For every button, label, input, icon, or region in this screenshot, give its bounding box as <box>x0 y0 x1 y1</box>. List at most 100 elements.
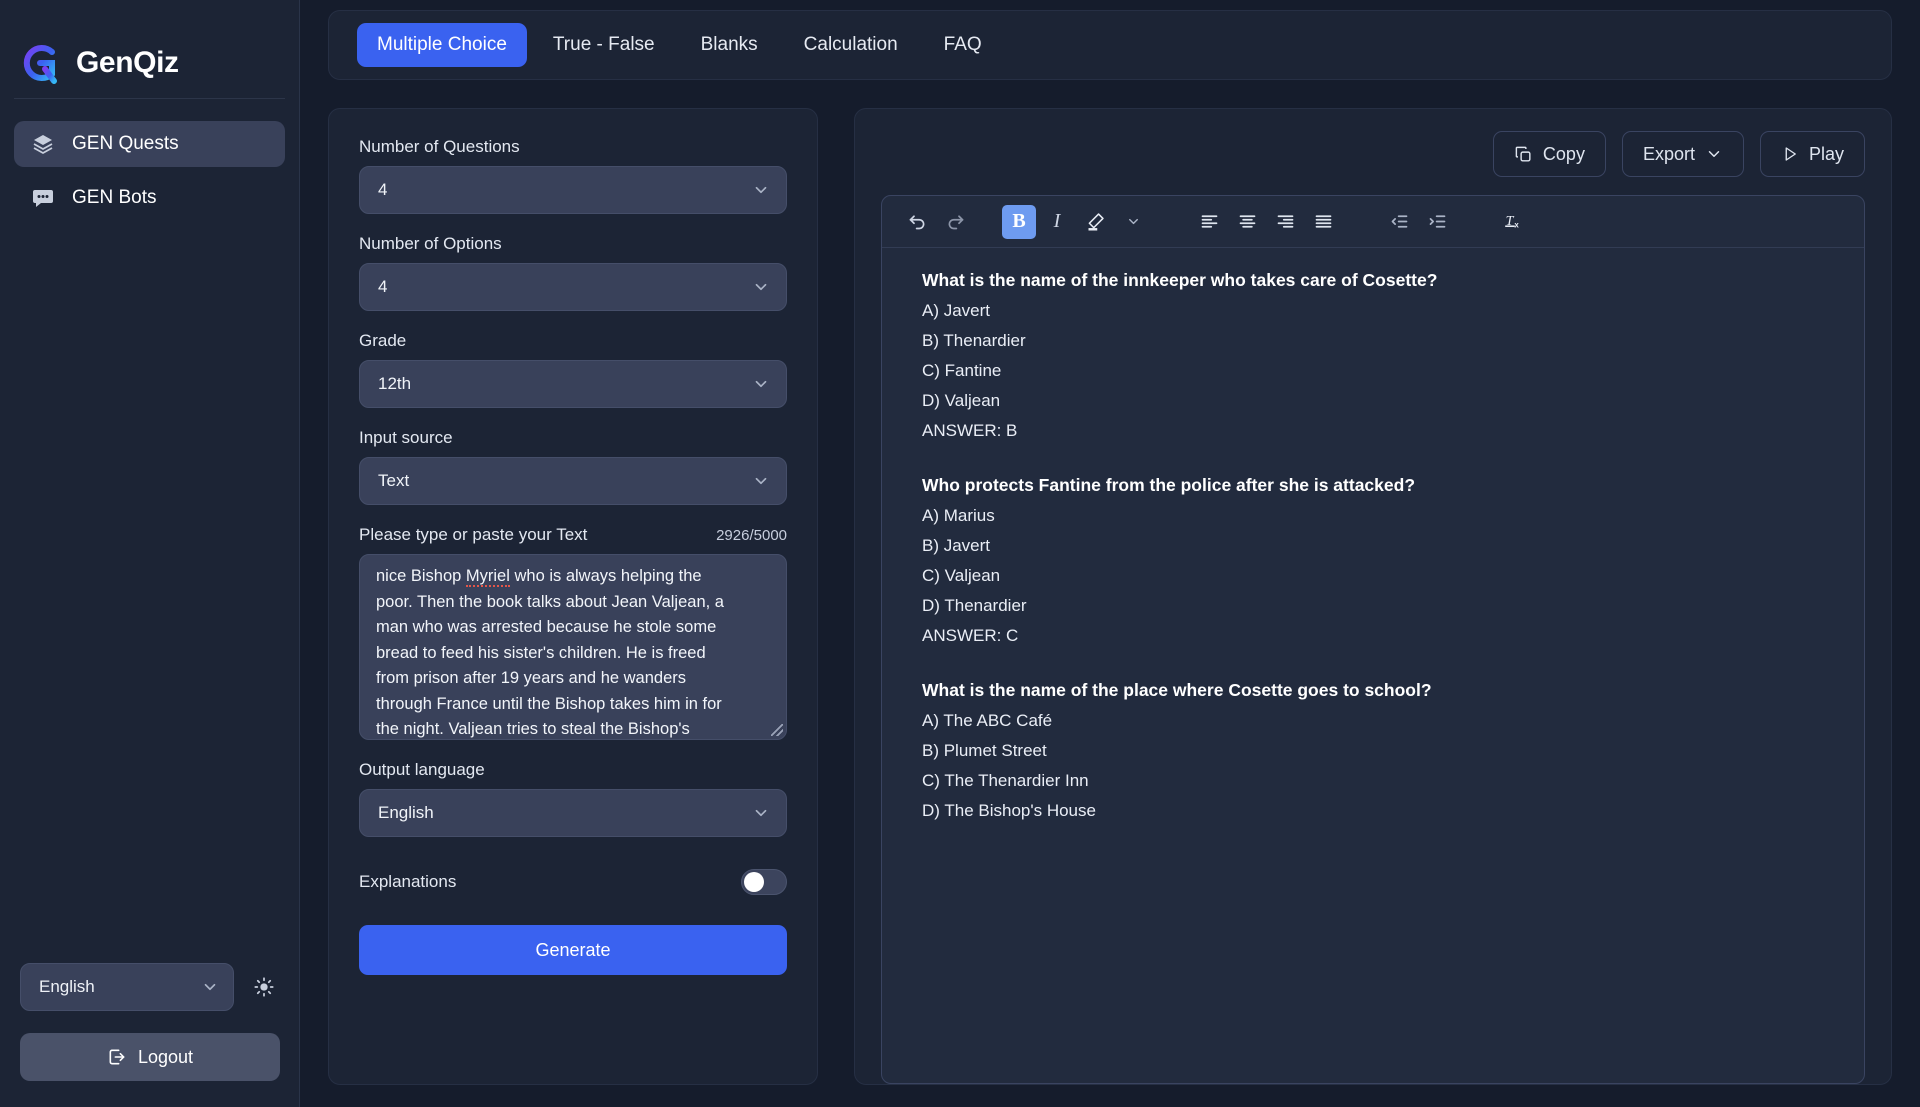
sidebar-language-select[interactable]: English <box>20 963 234 1011</box>
italic-icon[interactable]: I <box>1040 205 1074 239</box>
output-language-select[interactable]: English <box>359 789 787 837</box>
num-questions-value: 4 <box>378 180 388 199</box>
explanations-toggle[interactable] <box>741 869 787 895</box>
tab-multiple-choice[interactable]: Multiple Choice <box>357 23 527 67</box>
question-option: A) The ABC Café <box>922 711 1053 730</box>
chevron-down-icon <box>752 278 770 296</box>
question-option: D) Thenardier <box>922 596 1027 615</box>
rich-text-editor: B I T x What is the name of the innkeepe… <box>881 195 1865 1084</box>
align-left-icon[interactable] <box>1192 205 1226 239</box>
question-title: What is the name of the innkeeper who ta… <box>922 270 1438 290</box>
play-icon <box>1781 145 1799 163</box>
textarea-resize-handle[interactable] <box>771 724 783 736</box>
textarea-line: nice Bishop Myriel who is always helping… <box>376 567 702 587</box>
question-block: What is the name of the place where Cose… <box>922 680 1824 821</box>
sidebar-item-gen-quests[interactable]: GEN Quests <box>14 121 285 167</box>
question-block: Who protects Fantine from the police aft… <box>922 475 1824 646</box>
indent-icon[interactable] <box>1420 205 1454 239</box>
chat-bubble-icon <box>30 185 56 211</box>
question-option: D) Valjean <box>922 391 1001 410</box>
question-option: D) The Bishop's House <box>922 801 1096 820</box>
character-counter: 2926/5000 <box>716 527 787 544</box>
source-text-input[interactable]: nice Bishop Myriel who is always helping… <box>359 554 787 740</box>
question-title: Who protects Fantine from the police aft… <box>922 475 1416 495</box>
input-source-select[interactable]: Text <box>359 457 787 505</box>
textarea-line: bread to feed his sister's children. He … <box>376 643 706 662</box>
copy-label: Copy <box>1542 143 1585 164</box>
highlight-pen-icon[interactable] <box>1078 205 1112 239</box>
svg-text:x: x <box>1514 221 1519 230</box>
explanations-row: Explanations <box>359 857 787 907</box>
app-root: GenQiz GEN Quests GEN Bots English Logou… <box>0 0 1920 1107</box>
num-options-value: 4 <box>378 277 388 296</box>
quiz-settings-panel: Number of Questions 4 Number of Options … <box>328 108 818 1085</box>
num-options-select[interactable]: 4 <box>359 263 787 311</box>
input-source-value: Text <box>378 471 410 490</box>
chevron-down-icon <box>201 978 219 996</box>
tab-calculation[interactable]: Calculation <box>784 23 918 67</box>
play-button[interactable]: Play <box>1759 131 1865 177</box>
logout-button[interactable]: Logout <box>20 1033 280 1081</box>
grade-label: Grade <box>359 331 407 350</box>
brand: GenQiz <box>0 0 299 96</box>
sun-icon <box>253 976 275 998</box>
outdent-icon[interactable] <box>1382 205 1416 239</box>
layers-icon <box>30 131 56 157</box>
redo-icon[interactable] <box>938 205 972 239</box>
theme-toggle-button[interactable] <box>248 971 280 1003</box>
explanations-label: Explanations <box>359 872 457 891</box>
output-language-label: Output language <box>359 760 485 779</box>
quiz-output-panel: Copy Export Play B I T x What is the nam… <box>854 108 1892 1085</box>
export-button[interactable]: Export <box>1621 131 1744 177</box>
sidebar-item-label: GEN Quests <box>72 133 179 154</box>
logout-icon <box>107 1047 127 1067</box>
sidebar-footer: English Logout <box>0 963 300 1081</box>
input-source-label: Input source <box>359 428 453 447</box>
question-answer: ANSWER: C <box>922 626 1019 645</box>
question-option: C) The Thenardier Inn <box>922 771 1089 790</box>
question-option: B) Plumet Street <box>922 741 1047 760</box>
textarea-line: the night. Valjean tries to steal the Bi… <box>376 720 690 738</box>
chevron-down-icon <box>752 472 770 490</box>
generate-button[interactable]: Generate <box>359 925 787 975</box>
undo-icon[interactable] <box>900 205 934 239</box>
output-language-value: English <box>378 803 434 822</box>
tab-faq[interactable]: FAQ <box>924 23 1002 67</box>
editor-content[interactable]: What is the name of the innkeeper who ta… <box>882 248 1864 1083</box>
question-option: C) Valjean <box>922 566 1001 585</box>
tab-true-false[interactable]: True - False <box>533 23 675 67</box>
logout-label: Logout <box>137 1046 194 1067</box>
toggle-knob <box>744 872 764 892</box>
question-option: C) Fantine <box>922 361 1002 380</box>
clear-format-icon[interactable]: T x <box>1496 205 1530 239</box>
copy-button[interactable]: Copy <box>1492 131 1606 177</box>
grade-select[interactable]: 12th <box>359 360 787 408</box>
textarea-line: from prison after 19 years and he wander… <box>376 669 686 687</box>
textarea-label: Please type or paste your Text <box>359 525 588 544</box>
align-justify-icon[interactable] <box>1306 205 1340 239</box>
chevron-down-icon[interactable] <box>1116 205 1150 239</box>
output-actions: Copy Export Play <box>881 131 1865 177</box>
question-option: A) Javert <box>922 301 991 320</box>
genqiz-logo-icon <box>18 41 62 85</box>
grade-value: 12th <box>378 374 412 393</box>
question-option: B) Thenardier <box>922 331 1026 350</box>
textarea-header: Please type or paste your Text 2926/5000 <box>359 525 787 545</box>
align-center-icon[interactable] <box>1230 205 1264 239</box>
chevron-down-icon <box>752 804 770 822</box>
question-title: What is the name of the place where Cose… <box>922 680 1432 700</box>
sidebar-language-value: English <box>39 977 95 996</box>
main-content: Multiple Choice True - False Blanks Calc… <box>300 0 1920 1107</box>
question-block: What is the name of the innkeeper who ta… <box>922 270 1824 441</box>
workspace: Number of Questions 4 Number of Options … <box>328 108 1892 1107</box>
question-option: B) Javert <box>922 536 991 555</box>
quiz-type-tabbar: Multiple Choice True - False Blanks Calc… <box>328 10 1892 80</box>
tab-blanks[interactable]: Blanks <box>681 23 778 67</box>
align-right-icon[interactable] <box>1268 205 1302 239</box>
sidebar-item-gen-bots[interactable]: GEN Bots <box>14 175 285 221</box>
misspelled-word: Myriel <box>465 567 510 587</box>
bold-icon[interactable]: B <box>1002 204 1036 239</box>
num-questions-select[interactable]: 4 <box>359 166 787 214</box>
textarea-line: poor. Then the book talks about Jean Val… <box>376 592 724 611</box>
textarea-line: man who was arrested because he stole so… <box>376 618 717 636</box>
